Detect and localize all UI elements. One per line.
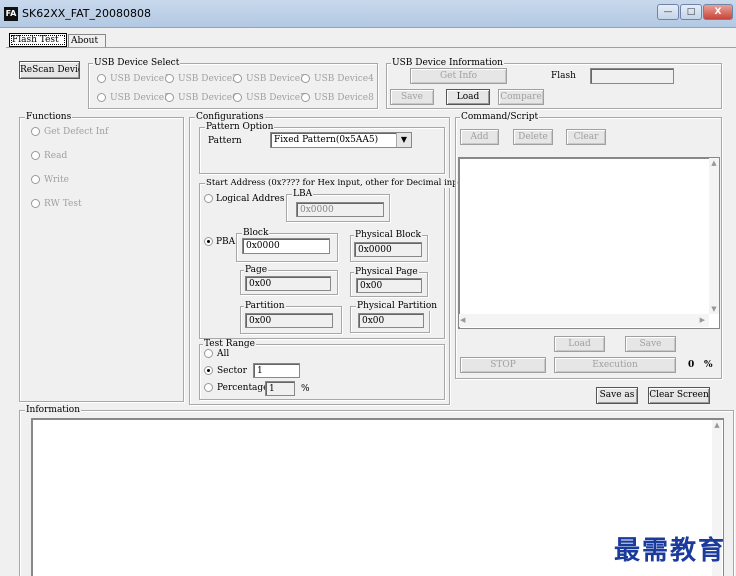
- pattern-select[interactable]: Fixed Pattern(0x5AA5): [270, 132, 412, 148]
- rescan-device-button[interactable]: ReScan Device: [19, 61, 80, 79]
- physical-page-label: Physical Page: [354, 267, 419, 277]
- window-title: SK62XX_FAT_20080808: [22, 7, 151, 20]
- test-range-title: Test Range: [203, 339, 256, 349]
- logical-address-radio[interactable]: [204, 194, 213, 203]
- information-title: Information: [25, 405, 82, 415]
- pba-radio[interactable]: [204, 237, 213, 246]
- get-info-button[interactable]: Get Info: [410, 68, 507, 84]
- usb-device6-radio[interactable]: [165, 93, 174, 102]
- usb-device4-radio[interactable]: [301, 74, 310, 83]
- lba-label: LBA: [292, 189, 314, 199]
- script-vertical-scrollbar[interactable]: ▲ ▼: [709, 158, 719, 314]
- pattern-label: Pattern: [208, 136, 242, 146]
- info-load-button[interactable]: Load: [446, 89, 490, 105]
- execution-progress: 0: [688, 360, 695, 370]
- scroll-left-icon[interactable]: ◀: [460, 315, 465, 325]
- info-scroll-up-icon[interactable]: ▲: [712, 420, 722, 430]
- maximize-button[interactable]: □: [680, 4, 702, 20]
- usb-device1-label: USB Device1: [110, 74, 170, 84]
- clear-screen-button[interactable]: Clear Screen: [648, 387, 710, 404]
- rw-test-label: RW Test: [44, 199, 82, 209]
- block-label: Block: [242, 228, 270, 238]
- stop-button[interactable]: STOP: [460, 357, 546, 373]
- page-input[interactable]: 0x00: [245, 276, 331, 291]
- block-input[interactable]: 0x0000: [242, 238, 330, 254]
- physical-block-value: 0x0000: [354, 242, 422, 257]
- script-list[interactable]: [458, 157, 720, 329]
- range-percentage-label: Percentage: [217, 383, 265, 393]
- read-radio[interactable]: [31, 151, 40, 160]
- range-sector-label: Sector: [217, 366, 247, 376]
- watermark-text: 最需教育: [613, 536, 726, 566]
- physical-partition-label: Physical Partition: [356, 301, 439, 311]
- execution-button[interactable]: Execution: [554, 357, 676, 373]
- page-label: Page: [244, 265, 269, 275]
- chevron-down-icon[interactable]: ▼: [396, 133, 411, 147]
- flash-field[interactable]: [590, 68, 674, 84]
- script-load-button[interactable]: Load: [554, 336, 605, 352]
- rw-test-radio[interactable]: [31, 199, 40, 208]
- usb-device-info-title: USB Device Information: [391, 58, 504, 68]
- pba-label: PBA: [216, 237, 236, 247]
- usb-device3-radio[interactable]: [233, 74, 242, 83]
- lba-input[interactable]: 0x0000: [296, 202, 384, 217]
- tab-panel-border: [6, 47, 736, 48]
- save-as-button[interactable]: Save as: [596, 387, 638, 404]
- script-save-button[interactable]: Save: [625, 336, 676, 352]
- execution-percent-sign: %: [704, 360, 713, 370]
- configurations-title: Configurations: [195, 112, 265, 122]
- usb-device3-label: USB Device3: [246, 74, 306, 84]
- get-defect-info-radio[interactable]: [31, 127, 40, 136]
- usb-device-select-title: USB Device Select: [93, 58, 181, 68]
- flash-label: Flash: [551, 71, 576, 81]
- script-add-button[interactable]: Add: [460, 129, 499, 145]
- scroll-down-icon[interactable]: ▼: [709, 304, 719, 314]
- read-label: Read: [44, 151, 68, 161]
- get-defect-info-label: Get Defect Inf: [44, 127, 109, 137]
- pattern-option-title: Pattern Option: [205, 122, 275, 132]
- usb-device5-radio[interactable]: [97, 93, 106, 102]
- app-icon: FA: [4, 7, 18, 21]
- usb-device7-label: USB Device7: [246, 93, 306, 103]
- usb-device2-radio[interactable]: [165, 74, 174, 83]
- script-delete-button[interactable]: Delete: [513, 129, 553, 145]
- command-script-title: Command/Script: [460, 112, 540, 122]
- sector-input[interactable]: 1: [253, 363, 300, 378]
- minimize-button[interactable]: —: [657, 4, 679, 20]
- usb-device7-radio[interactable]: [233, 93, 242, 102]
- write-radio[interactable]: [31, 175, 40, 184]
- script-clear-button[interactable]: Clear: [566, 129, 606, 145]
- range-all-radio[interactable]: [204, 349, 213, 358]
- write-label: Write: [44, 175, 69, 185]
- physical-block-label: Physical Block: [354, 230, 422, 240]
- physical-partition-value: 0x00: [358, 313, 424, 328]
- functions-title: Functions: [25, 112, 73, 122]
- usb-device5-label: USB Device5: [110, 93, 170, 103]
- tab-flash-test[interactable]: Flash Test: [9, 33, 67, 47]
- info-save-button[interactable]: Save: [390, 89, 434, 105]
- start-address-title: Start Address (0x???? for Hex input, oth…: [205, 178, 471, 188]
- usb-device8-label: USB Device8: [314, 93, 374, 103]
- percentage-input[interactable]: 1: [265, 381, 295, 396]
- tab-about[interactable]: About: [68, 34, 106, 48]
- percentage-sign: %: [301, 384, 310, 394]
- physical-page-value: 0x00: [356, 278, 422, 293]
- logical-address-label: Logical Address: [216, 194, 284, 204]
- partition-input[interactable]: 0x00: [245, 313, 333, 328]
- pattern-select-value: Fixed Pattern(0x5AA5): [274, 135, 379, 145]
- partition-label: Partition: [244, 301, 286, 311]
- usb-device6-label: USB Device6: [178, 93, 238, 103]
- range-percentage-radio[interactable]: [204, 383, 213, 392]
- range-all-label: All: [217, 349, 230, 359]
- close-button[interactable]: X: [703, 4, 733, 20]
- usb-device8-radio[interactable]: [301, 93, 310, 102]
- scroll-right-icon[interactable]: ▶: [700, 315, 705, 325]
- range-sector-radio[interactable]: [204, 366, 213, 375]
- usb-device2-label: USB Device2: [178, 74, 238, 84]
- script-horizontal-scrollbar[interactable]: ◀ ▶: [459, 314, 709, 327]
- scroll-up-icon[interactable]: ▲: [709, 158, 719, 168]
- usb-device1-radio[interactable]: [97, 74, 106, 83]
- info-compare-button[interactable]: Compare: [498, 89, 544, 105]
- usb-device4-label: USB Device4: [314, 74, 374, 84]
